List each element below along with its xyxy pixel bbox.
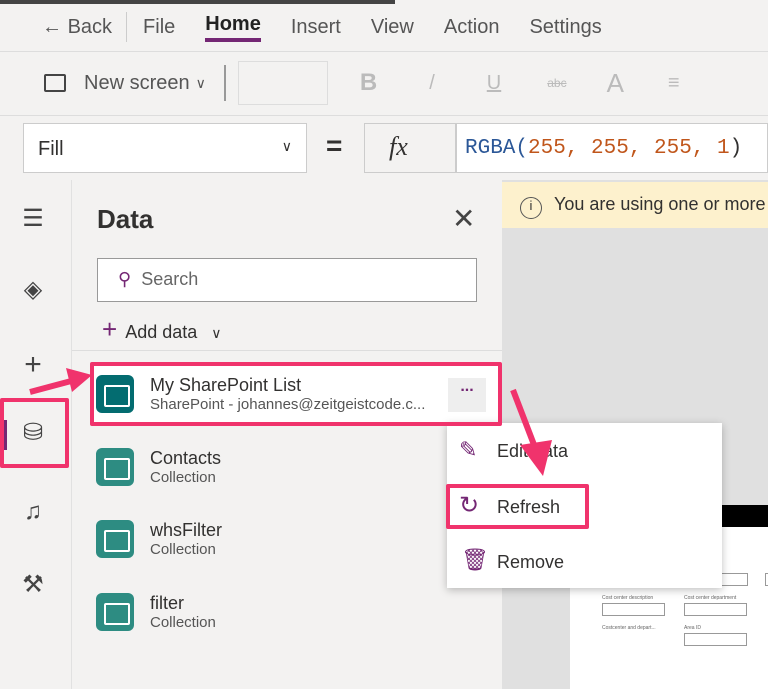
annotation-arrows: [29, 368, 552, 476]
arrow-head: [520, 440, 552, 476]
arrow-line: [29, 377, 76, 395]
arrow-head: [66, 368, 92, 392]
arrow-line: [510, 388, 539, 452]
